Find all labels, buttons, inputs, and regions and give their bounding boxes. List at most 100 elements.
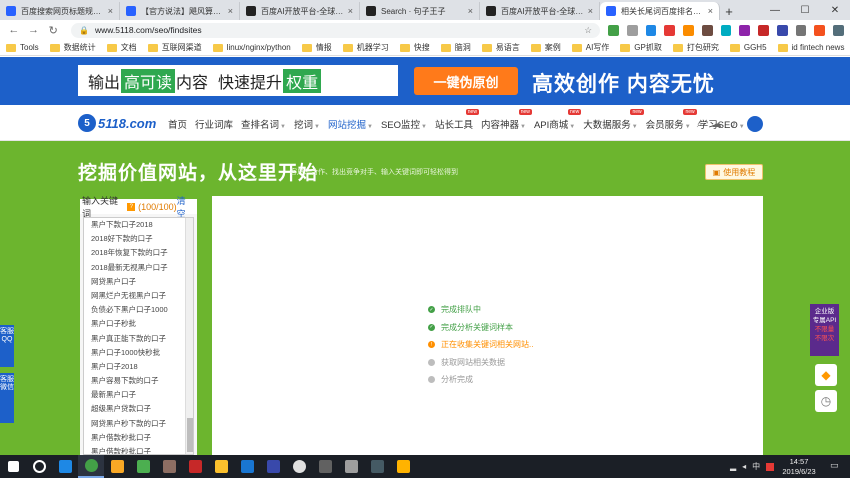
extension-icon[interactable] — [833, 24, 844, 36]
filezilla-icon[interactable] — [182, 455, 208, 478]
nav-item[interactable]: API商城▼ new — [534, 109, 582, 131]
tab-close-icon[interactable]: × — [228, 6, 233, 16]
clear-keywords-button[interactable]: 清空 — [177, 194, 194, 220]
maximize-window-button[interactable]: ☐ — [790, 0, 820, 20]
app-icon[interactable] — [260, 455, 286, 478]
service-qq-button[interactable]: 客服QQ — [0, 325, 14, 367]
tab-close-icon[interactable]: × — [348, 6, 353, 16]
browser-tab[interactable]: 百度AI开放平台-全球领先 × — [240, 2, 360, 20]
nav-item[interactable]: 查排名词▼ — [241, 117, 286, 131]
enterprise-api-promo[interactable]: 企业版 专属API 不限量 不限次 — [810, 304, 839, 356]
cloud-icon[interactable]: ☁ — [711, 119, 722, 130]
nav-item[interactable]: 行业词库 — [195, 117, 233, 131]
bookmark-item[interactable]: linux/nginx/python — [212, 43, 291, 52]
bookmark-item[interactable]: Tools — [6, 43, 39, 52]
promo-banner[interactable]: 输出 高可读 内容 快速提升 权重 一键伪原创 高效创作 内容无忧 — [0, 57, 850, 105]
extension-icon[interactable] — [795, 24, 807, 36]
close-window-button[interactable]: ✕ — [820, 0, 850, 20]
network-icon[interactable]: ▂ — [730, 462, 736, 471]
keyword-textarea[interactable]: 黑户下款口子2018 2018好下款的口子 2018年恢复下款的口子 2018最新无视… — [83, 217, 194, 455]
bookmark-item[interactable]: 数据统计 — [49, 42, 96, 53]
notification-icon[interactable]: ▭ — [830, 460, 842, 472]
back-icon[interactable]: ← — [6, 22, 22, 38]
bookmark-item[interactable]: id fintech news — [777, 43, 844, 52]
browser-tab[interactable]: 百度搜索网页标题规范_百度 × — [0, 2, 120, 20]
rewrite-cta-button[interactable]: 一键伪原创 — [414, 67, 518, 95]
address-bar[interactable]: 🔒 www.5118.com/seo/findsites ☆ — [71, 22, 601, 38]
bookmark-item[interactable]: 快搜 — [399, 42, 430, 53]
nav-item[interactable]: SEO监控▼ — [381, 117, 427, 131]
extension-icon[interactable] — [645, 24, 657, 36]
extension-icon[interactable] — [608, 24, 619, 36]
bookmark-item[interactable]: 情报 — [301, 42, 332, 53]
app-icon[interactable] — [390, 455, 416, 478]
tab-close-icon[interactable]: × — [108, 6, 113, 16]
search-icon[interactable]: ⌕ — [694, 119, 705, 130]
bookmark-item[interactable]: 易语言 — [481, 42, 520, 53]
app-icon[interactable] — [104, 455, 130, 478]
nav-item[interactable]: 站长工具 new — [435, 109, 479, 131]
bookmark-item[interactable]: 文档 — [106, 42, 137, 53]
bookmark-star-icon[interactable]: ☆ — [584, 25, 592, 36]
app-icon[interactable] — [286, 455, 312, 478]
keyword-scrollbar[interactable] — [185, 218, 193, 454]
tab-close-icon[interactable]: × — [468, 6, 473, 16]
nav-item[interactable]: 首页 — [168, 117, 187, 131]
minimize-window-button[interactable]: — — [760, 0, 790, 20]
edge-icon[interactable] — [52, 455, 78, 478]
browser-tab[interactable]: 百度AI开放平台-全球领先 × — [480, 2, 600, 20]
chrome-icon[interactable] — [78, 455, 104, 478]
nav-item[interactable]: 大数据服务▼ new — [583, 109, 644, 131]
avatar[interactable] — [747, 116, 763, 132]
app-icon[interactable] — [130, 455, 156, 478]
help-icon[interactable]: ? — [127, 202, 136, 211]
extension-icon[interactable] — [814, 24, 826, 36]
nav-item[interactable]: 内容神器▼ new — [481, 109, 532, 131]
volume-icon[interactable]: ◂ — [742, 462, 746, 471]
diamond-icon[interactable]: ◆ — [815, 364, 837, 386]
app-icon[interactable] — [364, 455, 390, 478]
ime-icon[interactable] — [766, 462, 775, 471]
bookmark-item[interactable]: 打包研究 — [672, 42, 719, 53]
site-logo[interactable]: 5 5118.com — [78, 114, 156, 132]
nav-item[interactable]: 挖词▼ — [294, 117, 320, 131]
tab-close-icon[interactable]: × — [708, 6, 713, 16]
extension-icon[interactable] — [776, 24, 788, 36]
nav-item[interactable]: 网站挖掘▼ — [328, 117, 373, 131]
new-tab-button[interactable]: + — [720, 2, 738, 20]
app-icon[interactable] — [312, 455, 338, 478]
bookmark-item[interactable]: GGH5 — [729, 43, 767, 52]
search-icon[interactable] — [26, 455, 52, 478]
start-icon[interactable] — [0, 455, 26, 478]
taskbar-clock[interactable]: 14:57 2019/6/23 — [777, 457, 821, 477]
browser-tab[interactable]: Search · 句子王子 × — [360, 2, 480, 20]
extension-icon[interactable] — [720, 24, 732, 36]
bookmark-item[interactable]: AI写作 — [571, 42, 609, 53]
extension-icon[interactable] — [701, 24, 713, 36]
bookmark-item[interactable]: GP抓取 — [620, 42, 662, 53]
extension-icon[interactable] — [664, 24, 676, 36]
bookmark-item[interactable]: 互联网渠道 — [147, 42, 202, 53]
extension-icon[interactable] — [683, 24, 694, 36]
bookmark-item[interactable]: 案例 — [530, 42, 561, 53]
clock-icon[interactable]: ◷ — [815, 390, 837, 412]
extension-icon[interactable] — [758, 24, 769, 36]
browser-tab[interactable]: 相关长尾词百度排名最好的 × — [600, 2, 720, 20]
tutorial-button[interactable]: ▣ 使用教程 — [705, 164, 763, 180]
input-language[interactable]: 中 — [752, 461, 760, 472]
extension-icon[interactable] — [739, 24, 751, 36]
browser-tab[interactable]: 【官方说法】飓风算法2.0 × — [120, 2, 240, 20]
nav-item[interactable]: 会员服务▼ new — [646, 109, 697, 131]
reload-icon[interactable]: ↻ — [45, 22, 61, 38]
tab-close-icon[interactable]: × — [588, 6, 593, 16]
bell-icon[interactable]: ♪ — [728, 119, 739, 130]
forward-icon[interactable]: → — [26, 22, 42, 38]
scrollbar-thumb[interactable] — [187, 418, 193, 452]
app-icon[interactable] — [156, 455, 182, 478]
file-explorer-icon[interactable] — [208, 455, 234, 478]
bookmark-item[interactable]: 脑洞 — [440, 42, 471, 53]
extension-icon[interactable] — [626, 24, 638, 36]
bookmark-item[interactable]: 机器学习 — [342, 42, 389, 53]
app-icon[interactable] — [338, 455, 364, 478]
service-wechat-button[interactable]: 客服微信 — [0, 373, 14, 423]
